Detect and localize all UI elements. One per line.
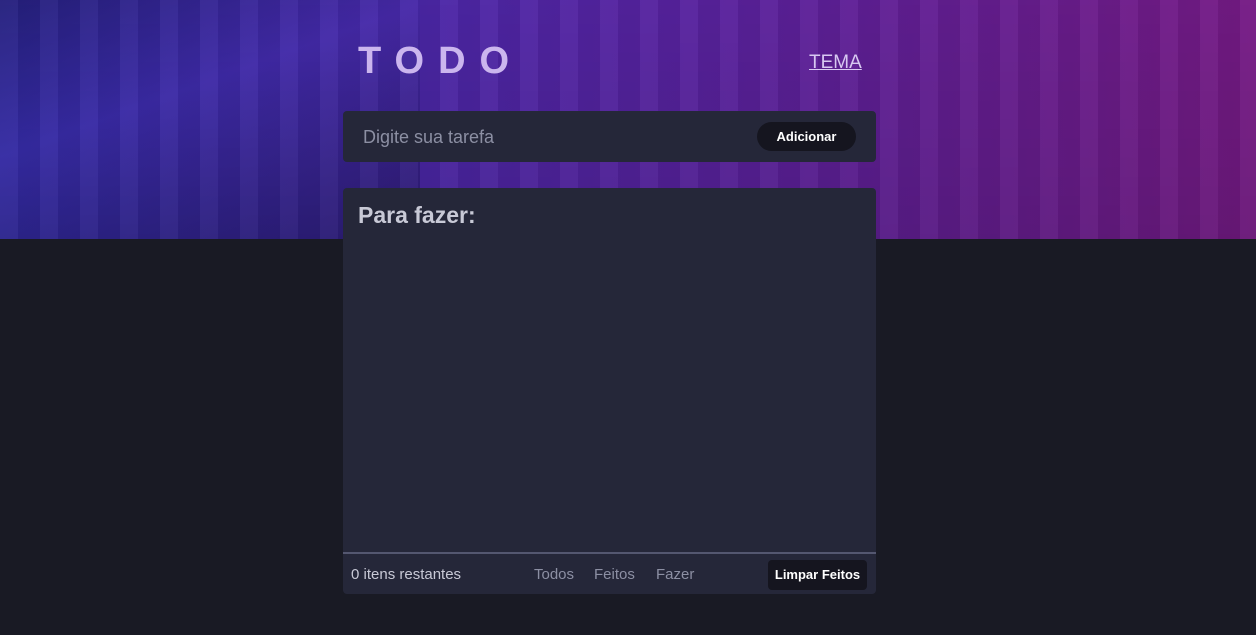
todo-list-card: Para fazer: 0 itens restantes Todos Feit… (343, 188, 876, 594)
task-list (343, 238, 876, 552)
filter-all[interactable]: Todos (534, 566, 574, 583)
theme-toggle-link[interactable]: TEMA (809, 52, 862, 74)
list-footer: 0 itens restantes Todos Feitos Fazer Lim… (343, 552, 876, 594)
app-title: TODO (358, 40, 524, 82)
list-heading: Para fazer: (358, 202, 476, 228)
items-remaining-count: 0 itens restantes (351, 566, 462, 583)
filter-todo[interactable]: Fazer (656, 566, 694, 583)
add-task-button[interactable]: Adicionar (757, 122, 856, 151)
new-task-input[interactable] (361, 123, 745, 151)
filter-done[interactable]: Feitos (594, 566, 635, 583)
clear-done-button[interactable]: Limpar Feitos (768, 560, 867, 590)
